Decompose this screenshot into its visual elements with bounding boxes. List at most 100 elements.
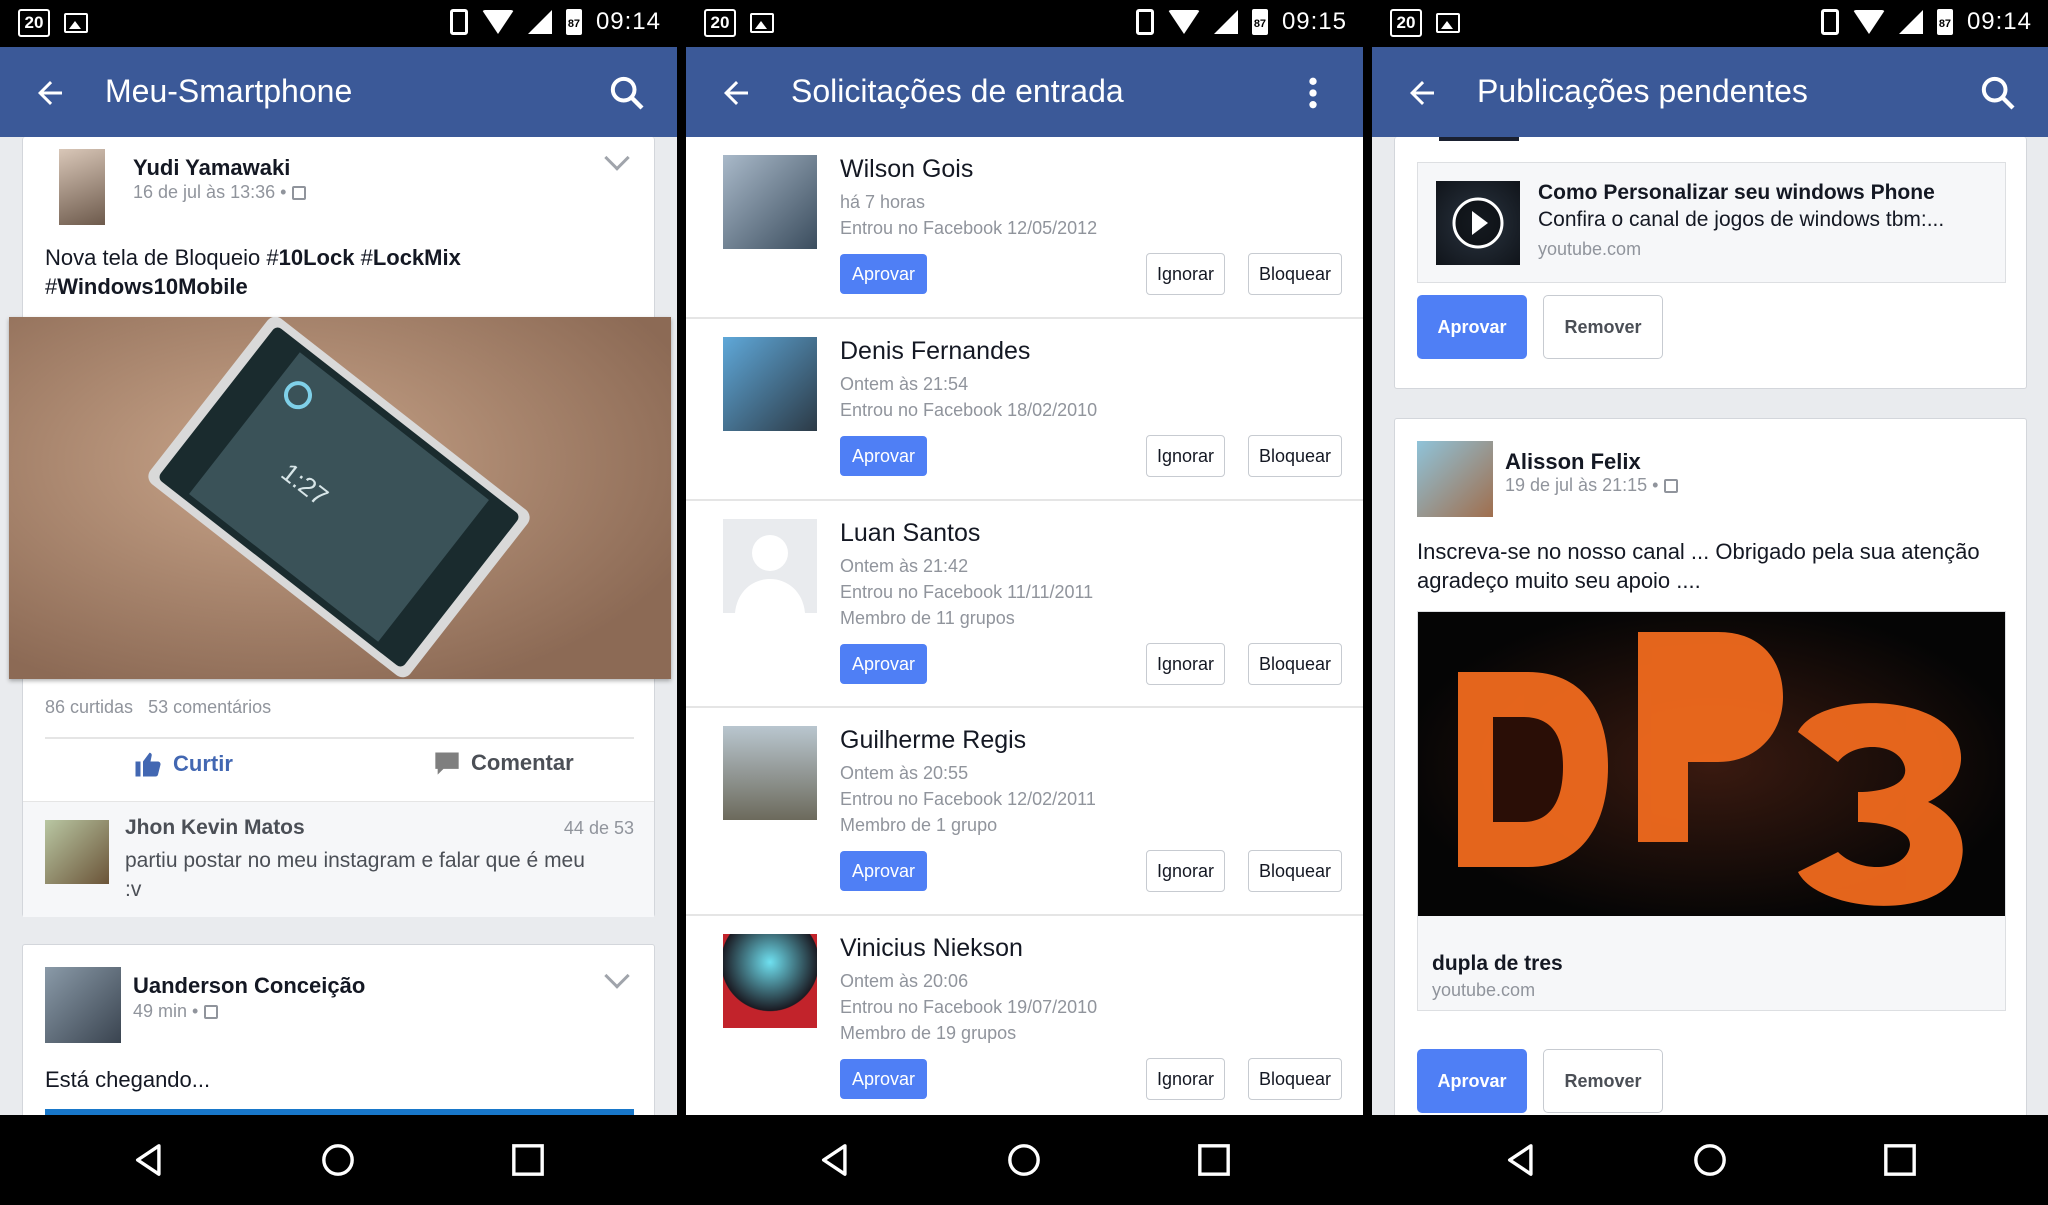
requester-avatar[interactable] [723, 726, 817, 820]
back-arrow-icon[interactable] [718, 75, 754, 111]
signal-icon [1898, 10, 1923, 34]
link-attachment[interactable]: dupla de tres youtube.com [1417, 611, 2006, 1011]
avatar[interactable] [59, 149, 105, 225]
like-button[interactable]: Curtir [133, 749, 233, 779]
approve-button[interactable]: Aprovar [840, 254, 928, 294]
likes-text[interactable]: 86 curtidas [45, 697, 133, 717]
commenter-avatar[interactable] [45, 820, 109, 884]
app-bar: Solicitações de entrada [686, 47, 1363, 137]
requester-name[interactable]: Denis Fernandes [840, 337, 1030, 366]
image-notification-icon [64, 13, 88, 33]
more-options-icon[interactable] [1293, 73, 1333, 113]
ignore-button[interactable]: Ignorar [1146, 253, 1226, 295]
chevron-down-icon[interactable] [604, 963, 630, 989]
requester-avatar[interactable] [723, 337, 817, 431]
comment-counter: 44 de 53 [563, 818, 634, 838]
post-photo[interactable]: 1:27 [9, 316, 671, 679]
nav-home-icon[interactable] [1693, 1143, 1727, 1177]
back-arrow-icon[interactable] [1404, 75, 1440, 111]
image-notification-icon [750, 13, 774, 33]
comment-preview[interactable]: Jhon Kevin Matos 44 de 53 partiu postar … [23, 801, 654, 917]
requester-name[interactable]: Vinicius Niekson [840, 934, 1023, 963]
approve-button[interactable]: Aprovar [840, 851, 928, 891]
comment-button[interactable]: Comentar [433, 749, 574, 777]
block-button[interactable]: Bloquear [1248, 1058, 1343, 1100]
clock: 09:14 [1966, 8, 2032, 35]
remove-button[interactable]: Remover [1543, 1049, 1663, 1113]
request-row: Vinicius Niekson Ontem às 20:06 Entrou n… [686, 916, 1363, 1116]
play-icon [1452, 197, 1504, 249]
hashtag[interactable]: 10Lock [279, 245, 355, 270]
nav-recent-apps-icon[interactable] [1197, 1143, 1231, 1177]
navigation-bar [1372, 1115, 2048, 1205]
app-bar: Meu-Smartphone [0, 47, 677, 137]
vibrate-icon [1135, 9, 1154, 35]
clock: 09:14 [595, 8, 661, 35]
nav-home-icon[interactable] [321, 1143, 355, 1177]
divider [45, 737, 634, 739]
battery-icon: 87 [1936, 9, 1953, 35]
comments-count[interactable]: 53 comentários [148, 697, 271, 717]
nav-recent-apps-icon[interactable] [1883, 1143, 1917, 1177]
back-arrow-icon[interactable] [32, 75, 68, 111]
calendar-icon: 20 [704, 9, 736, 37]
group-feed-screen: 20 87 09:14 Meu-Smartphone Yudi Yamawaki… [0, 0, 677, 1205]
pending-posts-screen: 20 87 09:14 Publicações pendentes Como P… [1372, 0, 2048, 1205]
wifi-icon [1167, 10, 1200, 34]
requester-name[interactable]: Luan Santos [840, 519, 980, 548]
remove-button[interactable]: Remover [1543, 295, 1663, 359]
request-row: Luan Santos Ontem às 21:42 Entrou no Fac… [686, 501, 1363, 708]
link-title: Como Personalizar seu windows Phone [1538, 181, 1935, 204]
block-button[interactable]: Bloquear [1248, 850, 1343, 892]
block-button[interactable]: Bloquear [1248, 643, 1343, 685]
group-privacy-icon [292, 186, 307, 201]
nav-back-icon[interactable] [132, 1143, 166, 1177]
requester-avatar[interactable] [723, 519, 817, 613]
post-author[interactable]: Uanderson Conceição [133, 973, 365, 999]
nav-back-icon[interactable] [1504, 1143, 1538, 1177]
link-title: dupla de tres [1432, 952, 1563, 975]
search-icon[interactable] [607, 73, 647, 113]
search-icon[interactable] [1978, 73, 2018, 113]
approve-button[interactable]: Aprovar [1417, 295, 1527, 359]
ignore-button[interactable]: Ignorar [1146, 850, 1226, 892]
requester-name[interactable]: Guilherme Regis [840, 726, 1026, 755]
avatar[interactable] [1417, 441, 1493, 517]
approve-button[interactable]: Aprovar [840, 1059, 928, 1099]
page-title: Publicações pendentes [1477, 73, 1808, 109]
signal-icon [527, 10, 552, 34]
block-button[interactable]: Bloquear [1248, 253, 1343, 295]
post-text: Está chegando... [45, 1067, 211, 1092]
chevron-down-icon[interactable] [604, 145, 630, 171]
commenter-name[interactable]: Jhon Kevin Matos [125, 816, 305, 840]
requester-name[interactable]: Wilson Gois [840, 155, 973, 184]
post-text-part: # [45, 274, 58, 299]
clock: 09:15 [1281, 8, 1347, 35]
approve-button[interactable]: Aprovar [840, 436, 928, 476]
nav-recent-apps-icon[interactable] [511, 1143, 545, 1177]
ignore-button[interactable]: Ignorar [1146, 1058, 1226, 1100]
request-time: há 7 horas [840, 192, 926, 212]
ignore-button[interactable]: Ignorar [1146, 643, 1226, 685]
status-bar: 20 87 09:14 [1372, 0, 2048, 47]
request-time: Ontem às 21:42 [840, 556, 969, 576]
hashtag[interactable]: Windows10Mobile [57, 274, 247, 299]
nav-back-icon[interactable] [818, 1143, 852, 1177]
hashtag[interactable]: LockMix [373, 245, 461, 270]
nav-home-icon[interactable] [1007, 1143, 1041, 1177]
block-button[interactable]: Bloquear [1248, 435, 1343, 477]
post-author[interactable]: Alisson Felix [1505, 449, 1641, 475]
requester-avatar[interactable] [723, 934, 817, 1028]
requester-avatar[interactable] [723, 155, 817, 249]
likes-count[interactable]: 86 curtidas 53 comentários [45, 697, 271, 718]
approve-button[interactable]: Aprovar [840, 644, 928, 684]
calendar-icon: 20 [1390, 9, 1422, 37]
image-notification-icon [1436, 13, 1460, 33]
post-meta: 49 min • [133, 1001, 219, 1022]
post-author[interactable]: Yudi Yamawaki [133, 155, 290, 181]
link-attachment[interactable]: Como Personalizar seu windows Phone Conf… [1417, 162, 2006, 283]
avatar[interactable] [45, 967, 121, 1043]
ignore-button[interactable]: Ignorar [1146, 435, 1226, 477]
approve-button[interactable]: Aprovar [1417, 1049, 1527, 1113]
post-time: 16 de jul às 13:36 • [133, 182, 287, 202]
